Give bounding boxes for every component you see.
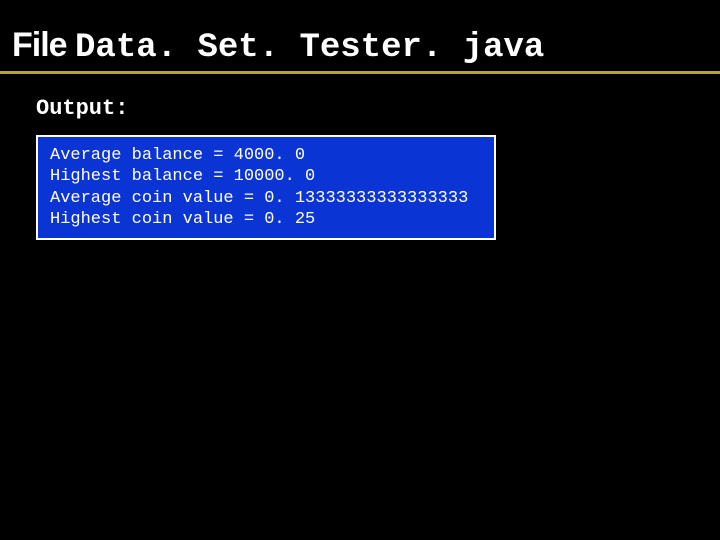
slide-title: File Data. Set. Tester. java xyxy=(12,28,708,65)
output-box: Average balance = 4000. 0 Highest balanc… xyxy=(36,135,496,240)
output-line: Average coin value = 0. 1333333333333333… xyxy=(50,188,482,209)
output-label: Output: xyxy=(36,96,720,121)
slide: File Data. Set. Tester. java Output: Ave… xyxy=(0,0,720,540)
output-line: Highest balance = 10000. 0 xyxy=(50,166,482,187)
output-line: Highest coin value = 0. 25 xyxy=(50,209,482,230)
title-bar: File Data. Set. Tester. java xyxy=(0,0,720,74)
output-line: Average balance = 4000. 0 xyxy=(50,145,482,166)
title-filename: Data. Set. Tester. java xyxy=(75,29,544,67)
title-prefix: File xyxy=(12,26,75,64)
